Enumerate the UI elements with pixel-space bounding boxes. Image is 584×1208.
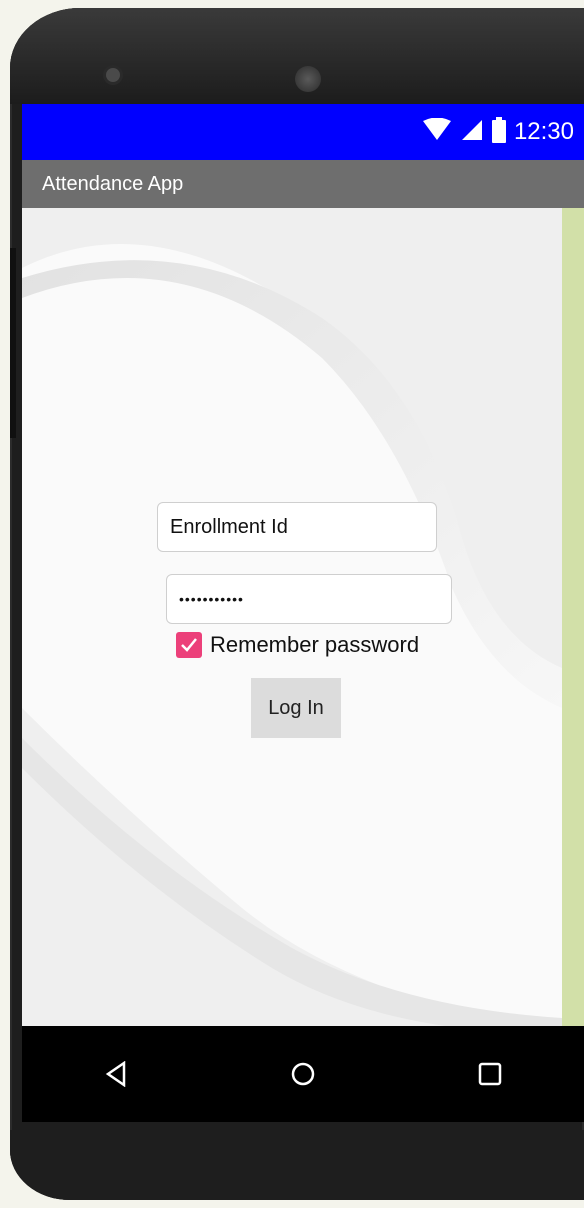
remember-password-checkbox[interactable] [176, 632, 202, 658]
app-title: Attendance App [42, 173, 184, 195]
password-field[interactable]: ••••••••••• [166, 574, 452, 624]
phone-top-bezel [10, 8, 584, 104]
screen: 12:30 Attendance App Enrollment Id •••••… [22, 104, 584, 1034]
phone-bottom-bezel [10, 1130, 584, 1200]
side-button [10, 248, 16, 438]
remember-password-label: Remember password [210, 632, 420, 657]
back-icon[interactable] [96, 1054, 136, 1094]
home-icon[interactable] [283, 1054, 323, 1094]
login-content: Enrollment Id ••••••••••• Remember passw… [22, 208, 584, 1034]
recents-icon[interactable] [470, 1054, 510, 1094]
camera-icon [106, 68, 120, 82]
login-button[interactable]: Log In [251, 678, 341, 738]
checkmark-icon [181, 638, 197, 652]
status-time: 12:30 [513, 118, 574, 145]
wifi-icon [422, 117, 452, 147]
speaker-icon [295, 66, 321, 92]
navigation-bar [22, 1026, 584, 1122]
enrollment-id-field[interactable]: Enrollment Id [157, 502, 437, 552]
phone-frame: 12:30 Attendance App Enrollment Id •••••… [10, 8, 584, 1200]
signal-icon [460, 118, 484, 147]
battery-icon [491, 116, 506, 148]
right-side-strip [562, 208, 584, 1034]
status-bar: 12:30 [22, 104, 584, 160]
remember-password-row[interactable]: Remember password [176, 632, 419, 658]
app-title-bar: Attendance App [22, 160, 584, 208]
